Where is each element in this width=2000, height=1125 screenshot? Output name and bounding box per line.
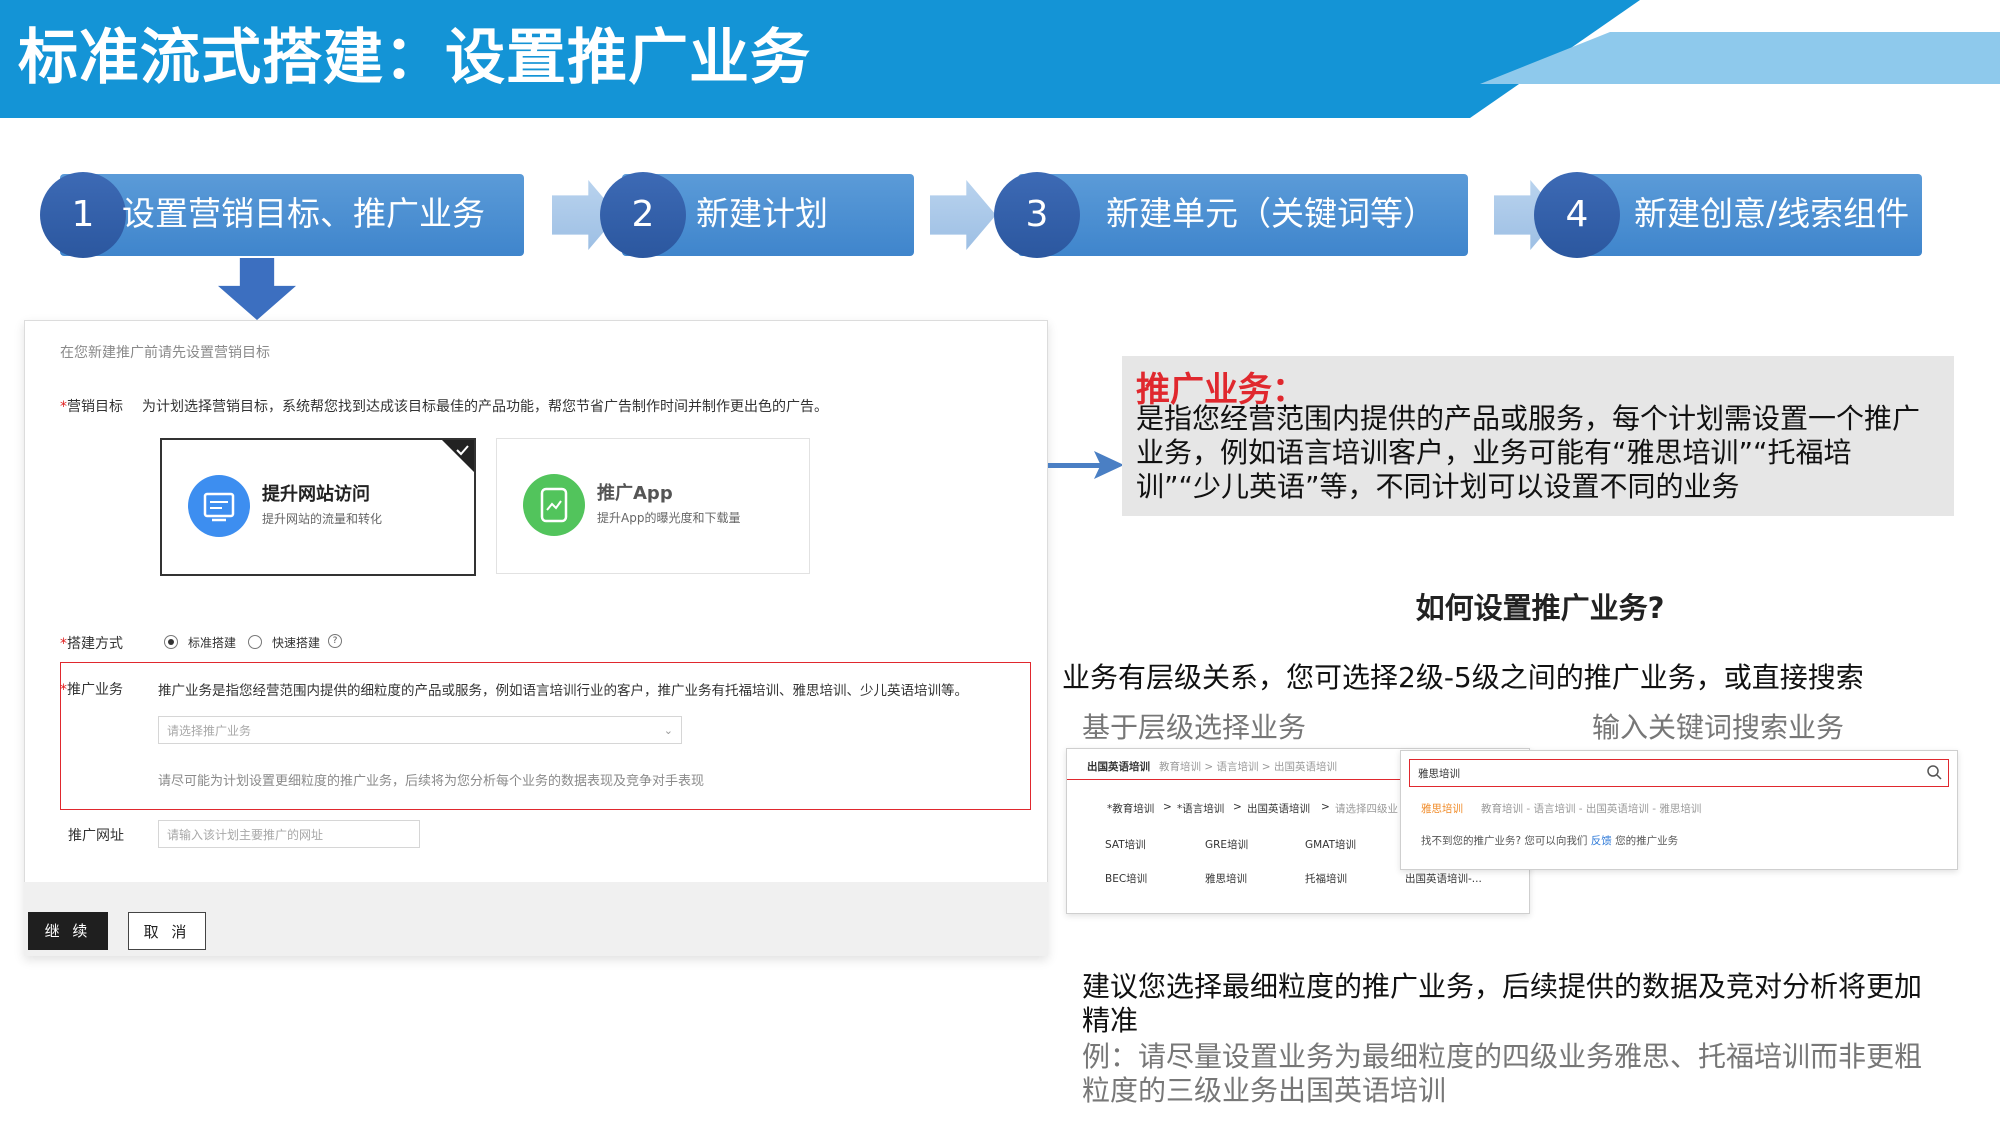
business-select-placeholder: 请选择推广业务 <box>167 724 252 738</box>
how-to-desc: 业务有层级关系，您可选择2级-5级之间的推广业务，或直接搜索 <box>1062 661 1864 694</box>
crumb-separator: > <box>1163 801 1172 813</box>
business-option[interactable]: 出国英语培训-... <box>1405 871 1482 886</box>
crumb-level-4[interactable]: 请选择四级业 <box>1335 801 1398 816</box>
crumb-separator: > <box>1321 801 1330 813</box>
selected-check-icon <box>442 440 474 472</box>
crumb-level-1[interactable]: *教育培训 <box>1107 801 1154 816</box>
not-found-text: 找不到您的推广业务? 您可以向我们 <box>1421 835 1588 847</box>
page-title: 标准流式搭建：设置推广业务 <box>18 23 811 93</box>
advice-text: 建议您选择最细粒度的推广业务，后续提供的数据及竞对分析将更加精准 <box>1082 970 1923 1037</box>
goal-desc: 为计划选择营销目标，系统帮您找到达成该目标最佳的产品功能，帮您节省广告制作时间并… <box>142 399 828 415</box>
down-arrow-icon <box>218 258 296 320</box>
business-option[interactable]: SAT培训 <box>1105 837 1146 852</box>
hierarchy-selected: 出国英语培训 <box>1087 761 1150 773</box>
step-4-number: 4 <box>1534 172 1620 258</box>
cancel-button[interactable]: 取 消 <box>128 912 206 950</box>
search-query: 雅思培训 <box>1418 768 1460 780</box>
step-2-number: 2 <box>600 172 686 258</box>
step-arrow-2 <box>930 180 996 250</box>
goal-card-website[interactable]: 提升网站访问 提升网站的流量和转化 <box>160 438 476 576</box>
monitor-icon <box>188 475 250 537</box>
search-result-name[interactable]: 雅思培训 <box>1421 801 1463 816</box>
business-option[interactable]: BEC培训 <box>1105 871 1147 886</box>
business-row: *推广业务 <box>60 679 123 699</box>
goal-card-app[interactable]: 推广App 提升App的曝光度和下载量 <box>496 438 810 574</box>
step-4-label: 新建创意/线索组件 <box>1634 194 1910 233</box>
search-label: 输入关键词搜索业务 <box>1592 711 1845 744</box>
business-option[interactable]: GRE培训 <box>1205 837 1248 852</box>
build-row: *搭建方式 <box>60 633 123 653</box>
step-2-label: 新建计划 <box>696 194 828 233</box>
goal-row: *营销目标 <box>60 396 123 416</box>
help-icon[interactable]: ? <box>328 634 342 648</box>
card-subtitle: 提升App的曝光度和下载量 <box>597 511 741 525</box>
radio-standard-label: 标准搭建 <box>188 636 237 650</box>
pointer-arrow-line <box>1048 463 1108 468</box>
chevron-down-icon: ⌄ <box>663 724 673 737</box>
card-title: 推广App <box>597 483 673 504</box>
step-1-label: 设置营销目标、推广业务 <box>122 194 485 233</box>
business-select[interactable]: 请选择推广业务 ⌄ <box>158 716 682 744</box>
business-label: 推广业务 <box>67 682 123 698</box>
crumb-level-3[interactable]: 出国英语培训 <box>1247 801 1310 816</box>
business-hint: 请尽可能为计划设置更细粒度的推广业务，后续将为您分析每个业务的数据表现及竞争对手… <box>158 774 705 789</box>
required-mark: * <box>60 682 67 698</box>
not-found-row: 找不到您的推广业务? 您可以向我们 反馈 您的推广业务 <box>1421 833 1678 848</box>
required-mark: * <box>60 399 67 415</box>
goal-label: 营销目标 <box>67 399 123 415</box>
search-result-path: 教育培训 - 语言培训 - 出国英语培训 - 雅思培训 <box>1481 803 1702 815</box>
search-icon[interactable] <box>1926 764 1942 784</box>
continue-button[interactable]: 继 续 <box>28 912 108 950</box>
crumb-separator: > <box>1233 801 1242 813</box>
example-text: 例：请尽量设置业务为最细粒度的四级业务雅思、托福培训而非更粗粒度的三级业务出国英… <box>1082 1040 1923 1107</box>
search-input[interactable]: 雅思培训 <box>1409 759 1949 787</box>
not-found-suffix: 您的推广业务 <box>1615 835 1679 847</box>
form-intro: 在您新建推广前请先设置营销目标 <box>60 345 270 361</box>
search-panel: 雅思培训 雅思培训 教育培训 - 语言培训 - 出国英语培训 - 雅思培训 找不… <box>1400 750 1958 870</box>
radio-standard[interactable] <box>164 635 178 649</box>
radio-quick-label: 快速搭建 <box>272 636 321 650</box>
card-title: 提升网站访问 <box>262 484 370 505</box>
build-label: 搭建方式 <box>67 636 123 652</box>
business-option[interactable]: GMAT培训 <box>1305 837 1356 852</box>
required-mark: * <box>60 636 67 652</box>
url-input-placeholder: 请输入该计划主要推广的网址 <box>167 828 324 842</box>
url-label: 推广网址 <box>68 828 124 844</box>
hierarchy-label: 基于层级选择业务 <box>1082 711 1307 744</box>
business-option[interactable]: 托福培训 <box>1305 871 1347 886</box>
business-option[interactable]: 雅思培训 <box>1205 871 1247 886</box>
crumb-level-2[interactable]: *语言培训 <box>1177 801 1224 816</box>
step-1-number: 1 <box>40 172 126 258</box>
url-input[interactable]: 请输入该计划主要推广的网址 <box>158 820 420 848</box>
card-subtitle: 提升网站的流量和转化 <box>262 512 383 526</box>
app-icon <box>523 474 585 536</box>
step-3-number: 3 <box>994 172 1080 258</box>
step-3-label: 新建单元（关键词等） <box>1106 194 1436 233</box>
definition-text: 是指您经营范围内提供的产品或服务，每个计划需设置一个推广业务，例如语言培训客户，… <box>1136 402 1921 503</box>
feedback-link[interactable]: 反馈 <box>1591 835 1612 847</box>
business-desc: 推广业务是指您经营范围内提供的细粒度的产品或服务，例如语言培训行业的客户，推广业… <box>158 683 968 699</box>
radio-quick[interactable] <box>248 635 262 649</box>
how-to-title: 如何设置推广业务? <box>1415 591 1665 625</box>
hierarchy-path: 教育培训 > 语言培训 > 出国英语培训 <box>1159 761 1337 773</box>
